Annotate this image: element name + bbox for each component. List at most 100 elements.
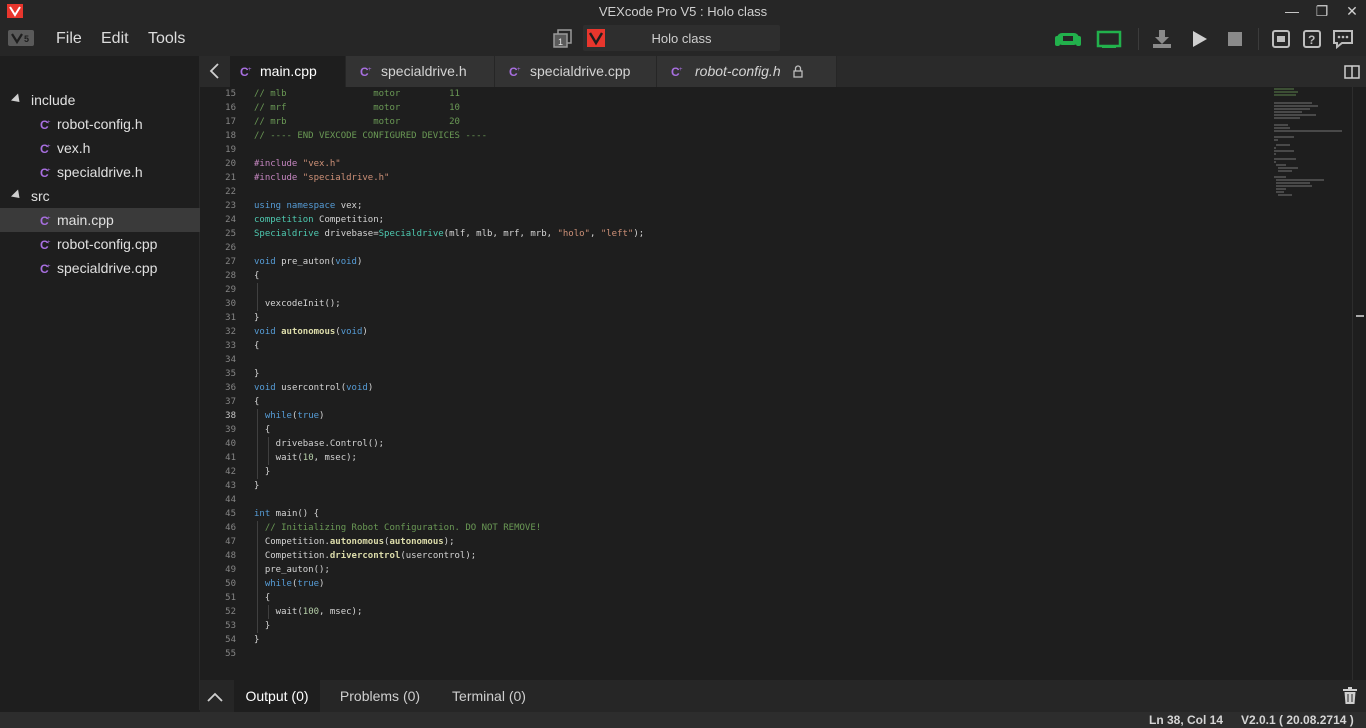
window-title: VEXcode Pro V5 : Holo class [598, 4, 768, 19]
tab-main-cpp[interactable]: C + main.cpp [230, 56, 346, 87]
code-line[interactable]: competition Competition; [254, 213, 384, 227]
file-robot-config-h[interactable]: C + robot-config.h [0, 112, 200, 136]
code-line[interactable]: } [254, 311, 259, 325]
line-number: 29 [225, 285, 236, 295]
code-line[interactable]: // ---- END VEXCODE CONFIGURED DEVICES -… [254, 129, 487, 143]
expand-triangle-icon [10, 93, 24, 106]
code-line[interactable]: void autonomous(void) [254, 325, 368, 339]
svg-text:+: + [368, 67, 372, 73]
code-line[interactable]: void usercontrol(void) [254, 381, 373, 395]
cpp-file-icon: C+ [40, 238, 51, 251]
lock-icon [793, 65, 803, 78]
svg-text:+: + [47, 240, 51, 246]
file-main-cpp[interactable]: C + main.cpp [0, 208, 200, 232]
code-line[interactable]: // Initializing Robot Configuration. DO … [254, 521, 541, 535]
menu-file[interactable]: File [56, 30, 82, 48]
toolbar-separator [1258, 28, 1259, 50]
code-line[interactable]: Competition.autonomous(autonomous); [254, 535, 455, 549]
code-line[interactable]: #include "vex.h" [254, 157, 341, 171]
feedback-icon[interactable] [1332, 27, 1354, 51]
cpp-file-icon: C+ [240, 65, 252, 78]
svg-text:+: + [47, 120, 51, 126]
indent-guide [257, 521, 258, 633]
file-specialdrive-cpp[interactable]: C + specialdrive.cpp [0, 256, 200, 280]
menu-tools[interactable]: Tools [148, 30, 185, 48]
vertical-scrollbar[interactable] [1352, 87, 1366, 680]
tab-specialdrive-cpp[interactable]: C + specialdrive.cpp [495, 56, 657, 87]
line-number: 21 [225, 173, 236, 183]
split-editor-icon[interactable] [1344, 64, 1360, 80]
code-line[interactable]: drivebase.Control(); [254, 437, 384, 451]
file-vex-h[interactable]: C + vex.h [0, 136, 200, 160]
code-line[interactable]: using namespace vex; [254, 199, 362, 213]
svg-text:+: + [248, 67, 252, 73]
code-line[interactable]: { [254, 269, 259, 283]
project-slot-icon[interactable]: 1 [553, 29, 573, 49]
controller-icon[interactable] [1054, 27, 1082, 51]
brain-icon[interactable] [1096, 27, 1122, 51]
code-line[interactable]: } [254, 479, 259, 493]
code-line[interactable]: #include "specialdrive.h" [254, 171, 389, 185]
chevron-up-icon[interactable] [206, 690, 224, 704]
chevron-left-icon[interactable] [206, 62, 224, 80]
tab-label: main.cpp [260, 63, 317, 79]
stop-icon[interactable] [1226, 27, 1244, 51]
code-line[interactable]: int main() { [254, 507, 319, 521]
help-icon[interactable]: ? [1302, 27, 1322, 51]
project-name-box[interactable]: Holo class [583, 25, 780, 51]
code-line[interactable]: void pre_auton(void) [254, 255, 362, 269]
tab-robot-config-h[interactable]: C + robot-config.h [657, 56, 837, 87]
code-line[interactable]: vexcodeInit(); [254, 297, 341, 311]
file-specialdrive-h[interactable]: C + specialdrive.h [0, 160, 200, 184]
line-number: 50 [225, 579, 236, 589]
line-number: 15 [225, 89, 236, 99]
code-line[interactable]: while(true) [254, 577, 325, 591]
code-line[interactable]: } [254, 367, 259, 381]
code-line[interactable]: } [254, 633, 259, 647]
tab-problems[interactable]: Problems (0) [328, 680, 432, 712]
maximize-button[interactable]: ❐ [1308, 0, 1336, 22]
download-icon[interactable] [1151, 27, 1173, 51]
line-number: 54 [225, 635, 236, 645]
line-number: 35 [225, 369, 236, 379]
code-editor[interactable]: 15 16 17 18 19 20 21 22 23 24 25 26 27 28 29 30 31 32 33 34… [200, 87, 1366, 680]
code-line[interactable]: // mrf motor 10 [254, 101, 460, 115]
code-line[interactable]: { [254, 395, 259, 409]
device-info-icon[interactable] [1271, 27, 1291, 51]
code-line[interactable]: while(true) [254, 409, 325, 423]
indent-guide [268, 437, 269, 465]
tab-terminal[interactable]: Terminal (0) [440, 680, 538, 712]
code-line[interactable]: { [254, 339, 259, 353]
line-number: 44 [225, 495, 236, 505]
version-label: V2.0.1 ( 20.08.2714 ) [1241, 713, 1354, 727]
line-number: 37 [225, 397, 236, 407]
folder-src[interactable]: src [0, 184, 200, 208]
close-button[interactable]: ✕ [1338, 0, 1366, 22]
vex-brand-icon[interactable]: 5 [8, 30, 34, 46]
tab-label: robot-config.h [695, 63, 781, 79]
folder-label: src [31, 188, 50, 204]
line-number: 49 [225, 565, 236, 575]
trash-icon[interactable] [1342, 687, 1358, 705]
file-robot-config-cpp[interactable]: C + robot-config.cpp [0, 232, 200, 256]
line-number: 55 [225, 649, 236, 659]
code-line[interactable]: // mrb motor 20 [254, 115, 460, 129]
cpp-file-icon: C+ [40, 166, 51, 179]
minimize-button[interactable]: — [1278, 0, 1306, 22]
minimap[interactable] [1272, 87, 1352, 207]
menu-edit[interactable]: Edit [101, 30, 129, 48]
tab-output[interactable]: Output (0) [234, 680, 320, 712]
line-number: 17 [225, 117, 236, 127]
status-bar: Ln 38, Col 14 V2.0.1 ( 20.08.2714 ) [0, 712, 1366, 728]
code-line[interactable]: // mlb motor 11 [254, 87, 460, 101]
editor-tab-bar: C + main.cpp C + specialdrive.h C + special… [200, 56, 1366, 87]
code-line[interactable]: wait(100, msec); [254, 605, 363, 619]
cursor-position: Ln 38, Col 14 [1149, 713, 1224, 727]
tab-specialdrive-h[interactable]: C + specialdrive.h [346, 56, 495, 87]
code-line[interactable]: wait(10, msec); [254, 451, 357, 465]
folder-include[interactable]: include [0, 88, 200, 112]
code-line[interactable]: Competition.drivercontrol(usercontrol); [254, 549, 476, 563]
play-icon[interactable] [1190, 27, 1210, 51]
code-line[interactable]: Specialdrive drivebase=Specialdrive(mlf,… [254, 227, 644, 241]
code-line[interactable]: pre_auton(); [254, 563, 330, 577]
